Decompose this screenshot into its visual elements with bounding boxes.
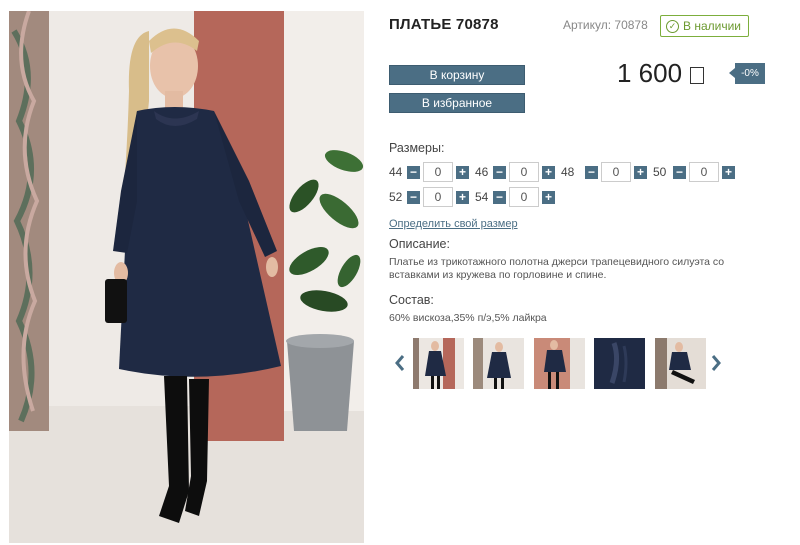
quantity-input[interactable] xyxy=(423,162,453,182)
product-title: ПЛАТЬЕ 70878 xyxy=(389,16,499,33)
size-number: 52 xyxy=(389,190,403,204)
add-to-cart-button[interactable]: В корзину xyxy=(389,65,525,85)
description-label: Описание: xyxy=(389,237,450,251)
thumbnail-5[interactable] xyxy=(655,338,706,389)
decrease-button[interactable]: − xyxy=(407,165,420,179)
size-46: 46 − + xyxy=(475,162,555,182)
decrease-button[interactable]: − xyxy=(673,165,686,179)
increase-button[interactable]: + xyxy=(456,190,469,204)
sizes-label: Размеры: xyxy=(389,141,445,155)
find-size-link[interactable]: Определить свой размер xyxy=(389,218,518,230)
thumbnail-3[interactable] xyxy=(534,338,585,389)
size-number: 54 xyxy=(475,190,489,204)
chevron-left-icon[interactable] xyxy=(393,353,407,373)
sku-label: Артикул: 70878 xyxy=(563,18,648,32)
size-number: 48 xyxy=(561,165,575,179)
price-value: 1 600 xyxy=(617,58,683,88)
increase-button[interactable]: + xyxy=(634,165,647,179)
discount-badge: -0% xyxy=(729,63,765,84)
quantity-input[interactable] xyxy=(423,187,453,207)
decrease-button[interactable]: − xyxy=(407,190,420,204)
check-circle-icon: ✓ xyxy=(666,19,679,33)
quantity-input[interactable] xyxy=(509,162,539,182)
size-number: 46 xyxy=(475,165,489,179)
stock-status-badge: ✓ В наличии xyxy=(660,15,749,37)
decrease-button[interactable]: − xyxy=(493,165,506,179)
thumbnail-1[interactable] xyxy=(413,338,464,389)
price: 1 600 xyxy=(617,58,705,89)
description-text: Платье из трикотажного полотна джерси тр… xyxy=(389,256,725,281)
composition-text: 60% вискоза,35% п/э,5% лайкра xyxy=(389,312,547,324)
size-48: 48 − + xyxy=(561,162,647,182)
increase-button[interactable]: + xyxy=(542,190,555,204)
quantity-input[interactable] xyxy=(509,187,539,207)
thumbnail-gallery xyxy=(389,337,729,391)
size-50: 50 − + xyxy=(653,162,735,182)
quantity-input[interactable] xyxy=(689,162,719,182)
chevron-right-icon[interactable] xyxy=(709,353,723,373)
add-to-favorites-button[interactable]: В избранное xyxy=(389,93,525,113)
ruble-icon xyxy=(690,66,705,84)
size-52: 52 − + xyxy=(389,187,469,207)
size-row: 52 − + 54 − + xyxy=(389,187,561,207)
decrease-button[interactable]: − xyxy=(493,190,506,204)
increase-button[interactable]: + xyxy=(456,165,469,179)
size-row: 44 − + 46 − + 48 − + 50 − + xyxy=(389,162,741,182)
composition-label: Состав: xyxy=(389,293,434,307)
size-44: 44 − + xyxy=(389,162,469,182)
quantity-input[interactable] xyxy=(601,162,631,182)
increase-button[interactable]: + xyxy=(542,165,555,179)
size-54: 54 − + xyxy=(475,187,555,207)
increase-button[interactable]: + xyxy=(722,165,735,179)
product-main-photo[interactable] xyxy=(9,11,364,543)
thumbnail-4[interactable] xyxy=(594,338,645,389)
stock-status-text: В наличии xyxy=(683,19,742,33)
size-number: 50 xyxy=(653,165,667,179)
thumbnail-2[interactable] xyxy=(473,338,524,389)
size-number: 44 xyxy=(389,165,403,179)
decrease-button[interactable]: − xyxy=(585,165,598,179)
